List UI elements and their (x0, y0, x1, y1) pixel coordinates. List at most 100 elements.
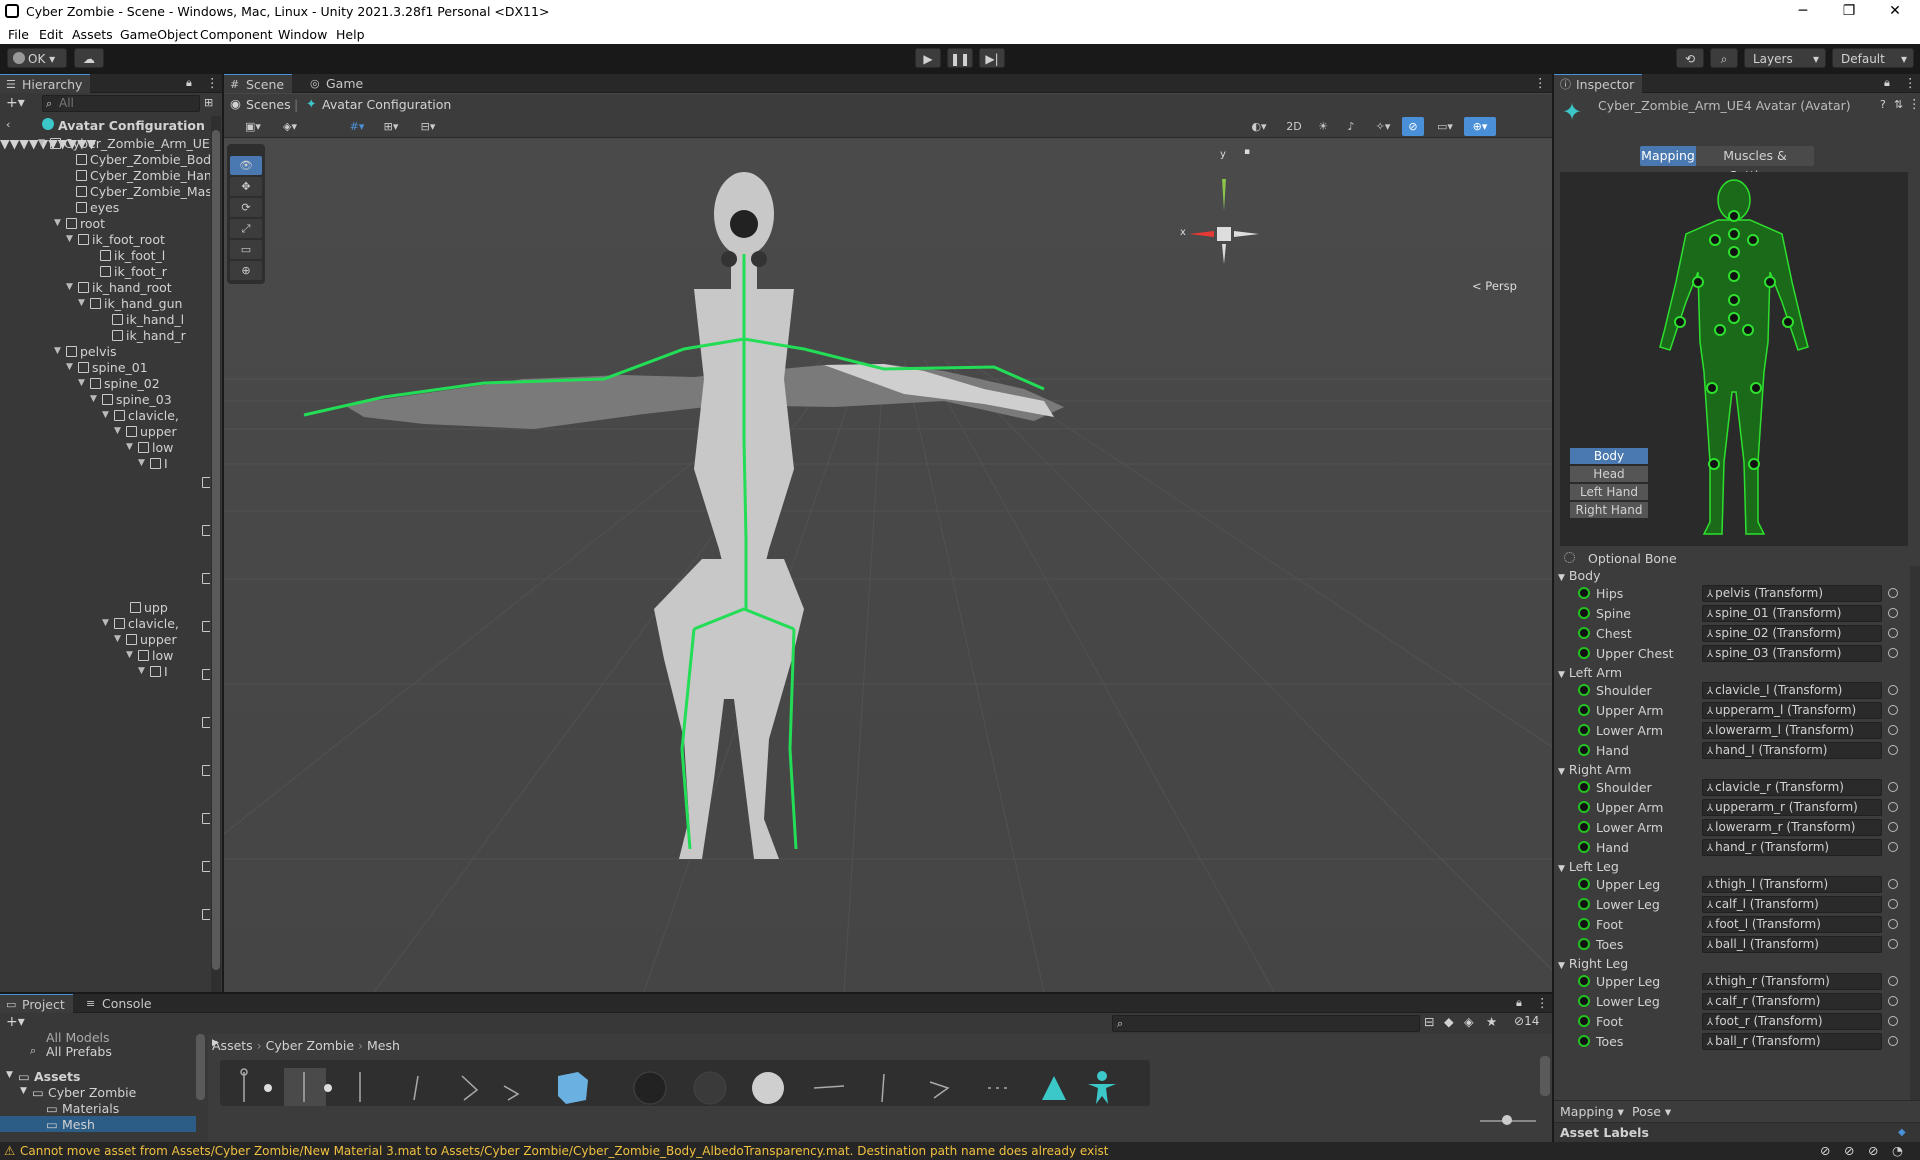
progress-icon[interactable]: ◔ (1892, 1143, 1903, 1158)
head-button[interactable]: Head (1570, 466, 1648, 482)
scene-visibility-icon[interactable]: ⊞ (204, 96, 213, 109)
gizmos-button[interactable]: ⊕▾ (1464, 117, 1496, 136)
hierarchy-item[interactable]: ▼ pelvis (54, 344, 116, 359)
bone-section-header[interactable]: ▼ Body (1558, 568, 1600, 583)
expand-arrow-icon[interactable]: ▼ (66, 234, 73, 244)
bone-transform-field[interactable]: ⅄ foot_l (Transform) (1702, 916, 1882, 933)
close-button[interactable]: ✕ (1872, 0, 1918, 24)
cache-server-icon[interactable]: ⊘ (1820, 1143, 1830, 1158)
step-button[interactable]: ▶| (979, 48, 1005, 68)
favorite-icon[interactable]: ★ (1486, 1014, 1497, 1029)
hierarchy-item[interactable]: ▼ low (126, 648, 173, 663)
folder-tree-scrollbar[interactable] (196, 1034, 205, 1100)
asset-labels-bar[interactable]: Asset Labels ◆ (1554, 1122, 1920, 1142)
expand-arrow-icon[interactable]: ▼ (66, 362, 73, 372)
folder-mesh[interactable]: Mesh (62, 1117, 95, 1132)
object-picker-icon[interactable] (1888, 879, 1898, 889)
object-picker-icon[interactable] (1888, 976, 1898, 986)
snap-increment-button[interactable]: ⊞▾ (376, 117, 406, 136)
folder-materials[interactable]: Materials (62, 1101, 119, 1116)
hidden-packages-toggle[interactable]: ⊘14 (1514, 1014, 1539, 1028)
bone-transform-field[interactable]: ⅄ calf_r (Transform) (1702, 993, 1882, 1010)
bone-transform-field[interactable]: ⅄ calf_l (Transform) (1702, 896, 1882, 913)
minimize-button[interactable]: ─ (1780, 0, 1826, 24)
hierarchy-scrollbar[interactable] (211, 116, 221, 992)
body-button[interactable]: Body (1570, 448, 1648, 464)
asset-scrollbar[interactable] (1540, 1056, 1550, 1096)
hierarchy-item[interactable]: ▼ spine_01 (66, 360, 148, 375)
bone-transform-field[interactable]: ⅄ clavicle_l (Transform) (1702, 682, 1882, 699)
bone-transform-field[interactable]: ⅄ spine_02 (Transform) (1702, 625, 1882, 642)
object-picker-icon[interactable] (1888, 782, 1898, 792)
bone-transform-field[interactable]: ⅄ lowerarm_l (Transform) (1702, 722, 1882, 739)
breadcrumb-scenes[interactable]: Scenes (246, 97, 291, 112)
expand-arrow-icon[interactable]: ▼ (1558, 961, 1565, 971)
breadcrumb-assets[interactable]: Assets (212, 1038, 253, 1053)
history-button[interactable]: ⟲ (1676, 48, 1704, 68)
transform-tool-icon[interactable]: ⊕ (230, 261, 262, 280)
settings-icon[interactable]: ⇅ (1894, 98, 1903, 111)
expand-arrow-icon[interactable]: ▼ (138, 458, 145, 468)
auto-refresh-icon[interactable]: ⊘ (1868, 1143, 1878, 1158)
back-arrow-icon[interactable]: ‹ (6, 118, 10, 131)
object-picker-icon[interactable] (1888, 1036, 1898, 1046)
expand-arrow-icon[interactable]: ▼ (78, 298, 85, 308)
pose-menu[interactable]: Pose ▾ (1632, 1104, 1671, 1119)
add-asset-button[interactable]: +▾ (6, 1014, 25, 1030)
tab-mapping[interactable]: Mapping (1640, 146, 1696, 166)
object-picker-icon[interactable] (1888, 608, 1898, 618)
camera-button[interactable]: ▭▾ (1430, 117, 1460, 136)
inspector-scrollbar[interactable] (1910, 566, 1920, 1116)
hierarchy-item[interactable]: eyes (76, 200, 119, 215)
bone-section-header[interactable]: ▼ Right Arm (1558, 762, 1631, 777)
lighting-button[interactable]: ◐▾ (1242, 117, 1276, 136)
bone-transform-field[interactable]: ⅄ lowerarm_r (Transform) (1702, 819, 1882, 836)
tag-icon[interactable]: ◆ (1898, 1127, 1906, 1138)
bone-transform-field[interactable]: ⅄ spine_03 (Transform) (1702, 645, 1882, 662)
expand-arrow-icon[interactable]: ▼ (1558, 767, 1565, 777)
bone-transform-field[interactable]: ⅄ hand_r (Transform) (1702, 839, 1882, 856)
bone-transform-field[interactable]: ⅄ pelvis (Transform) (1702, 585, 1882, 602)
object-picker-icon[interactable] (1888, 822, 1898, 832)
view-tool-icon[interactable]: 👁︎ (230, 156, 262, 175)
kebab-menu-icon[interactable]: ⋮ (1534, 75, 1547, 90)
zoom-slider[interactable] (1480, 1115, 1536, 1125)
save-search-icon[interactable]: ◈ (1464, 1014, 1474, 1029)
expand-arrow-icon[interactable]: ▼ (126, 442, 133, 452)
bone-transform-field[interactable]: ⅄ upperarm_l (Transform) (1702, 702, 1882, 719)
menu-edit[interactable]: Edit (39, 27, 63, 42)
expand-arrow-icon[interactable]: ▼ (10, 136, 20, 151)
ruler-button[interactable]: ⊟▾ (412, 117, 444, 136)
kebab-menu-icon[interactable]: ⋮ (1904, 75, 1917, 90)
grid-snap-button[interactable]: #▾ (342, 117, 372, 136)
scale-tool-icon[interactable]: ⤢ (230, 219, 262, 238)
hierarchy-item[interactable]: ik_foot_l (100, 248, 165, 263)
hierarchy-item[interactable]: ▼ ik_hand_root (66, 280, 172, 295)
expand-arrow-icon[interactable]: ▼ (102, 410, 109, 420)
object-picker-icon[interactable] (1888, 705, 1898, 715)
expand-arrow-icon[interactable]: ▼ (78, 378, 85, 388)
expand-arrow-icon[interactable]: ▼ (38, 138, 45, 148)
bone-transform-field[interactable]: ⅄ upperarm_r (Transform) (1702, 799, 1882, 816)
menu-assets[interactable]: Assets (72, 27, 113, 42)
lock-icon[interactable]: 🔒︎ (1884, 76, 1890, 90)
bone-transform-field[interactable]: ⅄ ball_l (Transform) (1702, 936, 1882, 953)
asset-material-2[interactable] (693, 1071, 727, 1105)
breadcrumb-avatar-config[interactable]: Avatar Configuration (322, 97, 451, 112)
tab-hierarchy[interactable]: ☰ Hierarchy (0, 74, 91, 93)
hierarchy-item[interactable]: ▼ Cyber_Zombie_Arm_UE (38, 136, 210, 151)
hierarchy-item[interactable]: ▼ spine_03 (90, 392, 172, 407)
bone-transform-field[interactable]: ⅄ ball_r (Transform) (1702, 1033, 1882, 1050)
asset-material-1[interactable] (633, 1071, 667, 1105)
bone-section-header[interactable]: ▼ Right Leg (1558, 956, 1628, 971)
effects-button[interactable]: ✧▾ (1368, 117, 1398, 136)
lock-icon[interactable]: 🔒︎ (186, 76, 192, 90)
hierarchy-item[interactable]: ▼ upper (114, 632, 177, 647)
breadcrumb-mesh[interactable]: Mesh (367, 1038, 400, 1053)
bone-transform-field[interactable]: ⅄ spine_01 (Transform) (1702, 605, 1882, 622)
bone-section-header[interactable]: ▼ Left Arm (1558, 665, 1622, 680)
right-hand-button[interactable]: Right Hand (1570, 502, 1648, 518)
hidden-objects-icon[interactable]: ⊘ (1402, 117, 1424, 136)
menu-window[interactable]: Window (278, 27, 327, 42)
menu-file[interactable]: File (8, 27, 29, 42)
